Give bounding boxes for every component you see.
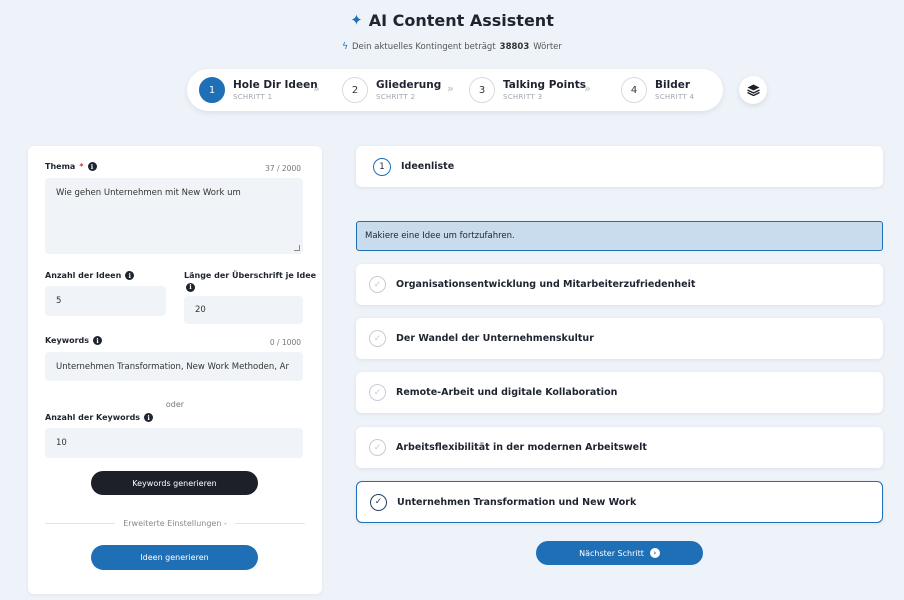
step-2[interactable]: 2 Gliederung SCHRITT 2 bbox=[342, 69, 441, 111]
next-step-button[interactable]: Nächster Schritt › bbox=[536, 541, 703, 565]
idea-label: Remote-Arbeit und digitale Kollaboration bbox=[396, 387, 618, 398]
info-icon[interactable]: i bbox=[87, 162, 97, 171]
double-chevron-icon: » bbox=[313, 82, 320, 95]
resize-handle-icon[interactable] bbox=[294, 245, 300, 251]
quota-prefix: Dein aktuelles Kontingent beträgt bbox=[352, 41, 496, 52]
stepper: 1 Hole Dir Ideen SCHRITT 1 » 2 Gliederun… bbox=[187, 69, 723, 111]
ideas-generate-button[interactable]: Ideen generieren bbox=[91, 545, 258, 570]
check-circle-icon: ✓ bbox=[370, 493, 387, 511]
check-circle-icon: ✓ bbox=[369, 439, 386, 456]
layers-button[interactable] bbox=[739, 76, 767, 104]
idea-label: Arbeitsflexibilität in der modernen Arbe… bbox=[396, 442, 647, 453]
check-circle-icon: ✓ bbox=[369, 384, 386, 401]
anzahl-keywords-input[interactable]: 10 bbox=[45, 428, 303, 458]
step-sub: SCHRITT 4 bbox=[655, 93, 695, 101]
keywords-generate-button[interactable]: Keywords generieren bbox=[91, 471, 258, 495]
check-circle-icon: ✓ bbox=[369, 276, 386, 293]
anzahl-ideen-label-text: Anzahl der Ideen bbox=[45, 271, 122, 280]
idea-item[interactable]: ✓ Der Wandel der Unternehmenskultur bbox=[356, 318, 883, 359]
anzahl-keywords-value: 10 bbox=[56, 438, 67, 448]
laenge-label: Länge der Überschrift je Idee i bbox=[184, 271, 316, 292]
thema-textarea[interactable]: Wie gehen Unternehmen mit New Work um bbox=[45, 178, 303, 254]
info-icon[interactable]: i bbox=[93, 336, 103, 345]
thema-label-text: Thema bbox=[45, 162, 76, 171]
idea-item-selected[interactable]: ✓ Unternehmen Transformation und New Wor… bbox=[356, 481, 883, 523]
sparkle-icon: ✦ bbox=[350, 11, 363, 29]
arrow-right-circle-icon: › bbox=[649, 548, 660, 558]
page-title: ✦ AI Content Assistent bbox=[350, 11, 554, 30]
step-sub: SCHRITT 1 bbox=[233, 93, 273, 101]
double-chevron-icon: » bbox=[584, 82, 591, 95]
keywords-input[interactable]: Unternehmen Transformation, New Work Met… bbox=[45, 352, 303, 381]
thema-value: Wie gehen Unternehmen mit New Work um bbox=[56, 188, 241, 198]
check-circle-icon: ✓ bbox=[369, 330, 386, 347]
lightning-icon: ϟ bbox=[342, 41, 349, 52]
idea-label: Unternehmen Transformation und New Work bbox=[397, 496, 637, 508]
keywords-label-text: Keywords bbox=[45, 336, 90, 345]
step-number: 1 bbox=[199, 77, 225, 103]
step-name: Gliederung bbox=[376, 79, 442, 91]
step-4[interactable]: 4 Bilder SCHRITT 4 bbox=[621, 69, 694, 111]
step-sub: SCHRITT 3 bbox=[503, 93, 543, 101]
layers-icon bbox=[746, 84, 760, 96]
ideas-step-number: 1 bbox=[373, 157, 391, 176]
step-name: Bilder bbox=[655, 79, 691, 91]
step-number: 4 bbox=[621, 77, 647, 103]
anzahl-ideen-value: 5 bbox=[56, 296, 62, 306]
info-icon[interactable]: i bbox=[125, 271, 135, 280]
advanced-settings-toggle[interactable]: Erweiterte Einstellungen - bbox=[45, 519, 306, 528]
settings-panel: Thema * i 37 / 2000 Wie gehen Unternehme… bbox=[28, 146, 322, 594]
keywords-label: Keywords i bbox=[45, 336, 103, 345]
idea-label: Der Wandel der Unternehmenskultur bbox=[396, 333, 594, 344]
page-title-text: AI Content Assistent bbox=[368, 10, 554, 30]
idea-item[interactable]: ✓ Arbeitsflexibilität in der modernen Ar… bbox=[356, 427, 883, 468]
quota-suffix: Wörter bbox=[533, 41, 562, 52]
step-3[interactable]: 3 Talking Points SCHRITT 3 bbox=[469, 69, 586, 111]
step-sub: SCHRITT 2 bbox=[376, 93, 416, 101]
thema-label: Thema * i bbox=[45, 162, 97, 171]
advanced-settings-text: Erweiterte Einstellungen - bbox=[123, 519, 227, 528]
thema-counter: 37 / 2000 bbox=[265, 164, 301, 173]
anzahl-keywords-label-text: Anzahl der Keywords bbox=[45, 413, 141, 422]
header: ✦ AI Content Assistent ϟ Dein aktuelles … bbox=[0, 10, 904, 52]
divider-line bbox=[45, 523, 116, 524]
step-number: 2 bbox=[342, 77, 368, 103]
laenge-input[interactable]: 20 bbox=[184, 296, 303, 324]
select-hint: Makiere eine Idee um fortzufahren. bbox=[356, 221, 883, 251]
keywords-value: Unternehmen Transformation, New Work Met… bbox=[56, 361, 289, 372]
info-icon[interactable]: i bbox=[144, 413, 154, 422]
keywords-counter: 0 / 1000 bbox=[269, 338, 301, 347]
step-name: Talking Points bbox=[503, 79, 586, 91]
select-hint-text: Makiere eine Idee um fortzufahren. bbox=[365, 231, 515, 241]
oder-text: oder bbox=[165, 400, 185, 409]
step-number: 3 bbox=[469, 77, 495, 103]
ideas-title: Ideenliste bbox=[401, 161, 455, 172]
anzahl-ideen-label: Anzahl der Ideen i bbox=[45, 271, 135, 280]
info-icon[interactable]: i bbox=[186, 282, 195, 292]
idea-item[interactable]: ✓ Remote-Arbeit und digitale Kollaborati… bbox=[356, 372, 883, 413]
step-name: Hole Dir Ideen bbox=[233, 79, 318, 91]
anzahl-ideen-input[interactable]: 5 bbox=[45, 286, 166, 316]
idea-item[interactable]: ✓ Organisationsentwicklung und Mitarbeit… bbox=[356, 264, 883, 305]
step-1[interactable]: 1 Hole Dir Ideen SCHRITT 1 bbox=[199, 69, 318, 111]
required-marker: * bbox=[79, 162, 84, 171]
idea-label: Organisationsentwicklung und Mitarbeiter… bbox=[396, 279, 696, 290]
double-chevron-icon: » bbox=[447, 82, 454, 95]
laenge-value: 20 bbox=[195, 305, 206, 315]
quota-info: ϟ Dein aktuelles Kontingent beträgt 3880… bbox=[0, 42, 904, 52]
laenge-label-text: Länge der Überschrift je Idee bbox=[184, 271, 317, 280]
ideas-header: 1 Ideenliste bbox=[356, 146, 883, 187]
next-step-label: Nächster Schritt bbox=[579, 548, 644, 558]
anzahl-keywords-label: Anzahl der Keywords i bbox=[45, 413, 154, 422]
quota-value: 38803 bbox=[499, 41, 530, 52]
divider-line bbox=[234, 523, 306, 524]
